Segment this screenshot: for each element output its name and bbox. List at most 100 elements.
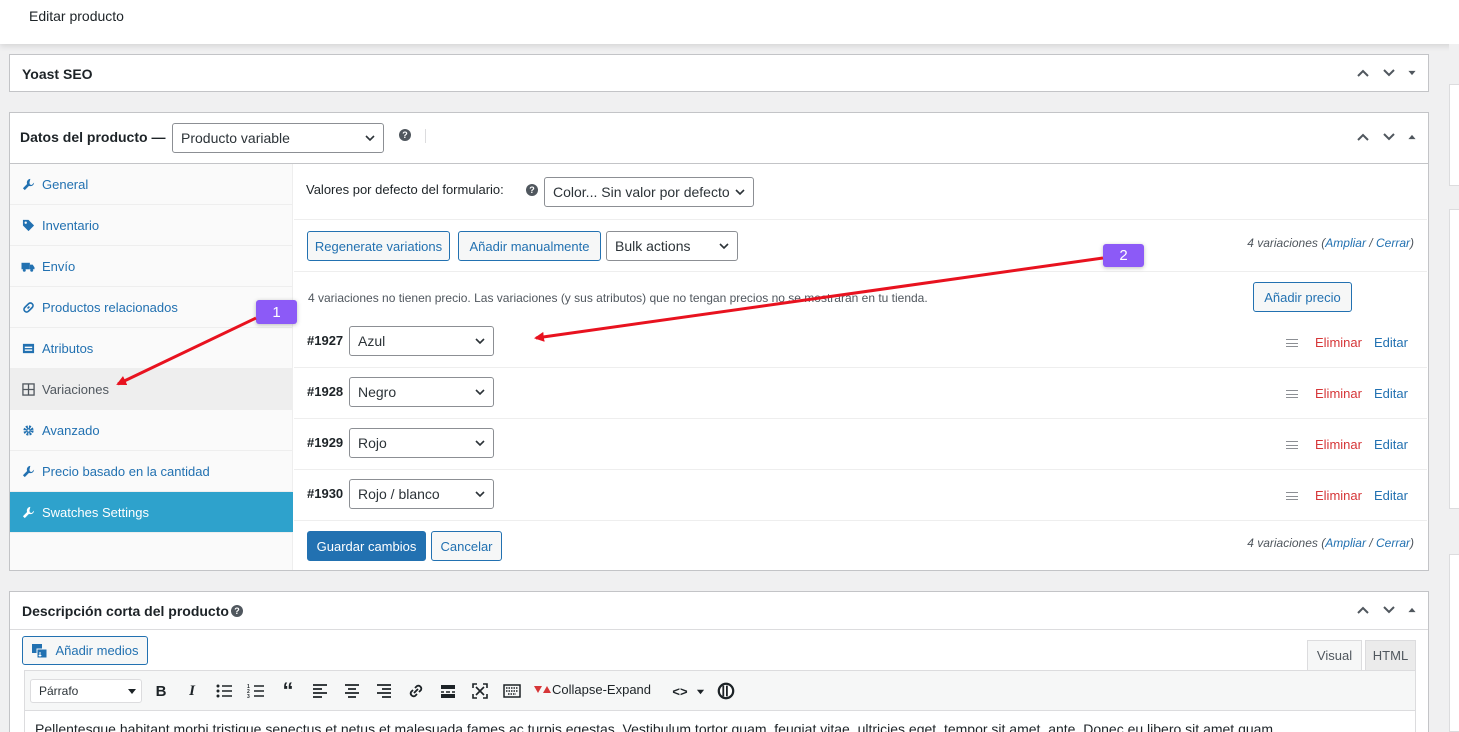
toggle-panel-icon[interactable] <box>1402 55 1422 91</box>
tab-html[interactable]: HTML <box>1365 640 1416 670</box>
editor-content[interactable]: Pellentesque habitant morbi tristique se… <box>24 711 1416 732</box>
wrench-icon <box>21 177 35 191</box>
cancel-button[interactable]: Cancelar <box>431 531 502 561</box>
product-data-tabs: General Inventario Envío Productos relac… <box>10 164 293 570</box>
tab-envio[interactable]: Envío <box>10 246 293 287</box>
add-price-button[interactable]: Añadir precio <box>1253 282 1352 312</box>
regenerate-variations-button[interactable]: Regenerate variations <box>307 231 450 261</box>
move-down-icon[interactable] <box>1376 119 1402 155</box>
toggle-panel-icon[interactable] <box>1402 592 1422 628</box>
delete-link[interactable]: Eliminar <box>1315 488 1362 503</box>
move-up-icon[interactable] <box>1350 119 1376 155</box>
move-down-icon[interactable] <box>1376 55 1402 91</box>
product-data-box: Datos del producto — Producto variable ?… <box>9 112 1429 571</box>
collapse-expand-button[interactable]: Collapse-Expand <box>534 682 651 697</box>
tab-inventario[interactable]: Inventario <box>10 205 293 246</box>
align-center-icon[interactable] <box>342 681 362 701</box>
collapse-expand-icon <box>534 685 551 693</box>
move-down-icon[interactable] <box>1376 592 1402 628</box>
help-icon[interactable]: ? <box>231 605 243 617</box>
gear-icon <box>21 423 35 437</box>
move-up-icon[interactable] <box>1350 55 1376 91</box>
format-value: Párrafo <box>39 684 79 698</box>
italic-icon[interactable]: I <box>182 681 202 701</box>
blockquote-icon[interactable]: “ <box>278 678 298 703</box>
drag-handle-icon[interactable] <box>1286 441 1298 449</box>
chevron-down-icon <box>719 243 729 250</box>
edit-link[interactable]: Editar <box>1374 386 1408 401</box>
default-color-select[interactable]: Color... Sin valor por defecto <box>544 177 754 207</box>
edit-link[interactable]: Editar <box>1374 488 1408 503</box>
plugin-icon[interactable] <box>716 681 736 701</box>
code-icon[interactable]: <> <box>670 681 690 701</box>
tab-precio-cantidad[interactable]: Precio basado en la cantidad <box>10 451 293 492</box>
variation-id: #1927 <box>307 333 344 348</box>
fullscreen-icon[interactable] <box>470 681 490 701</box>
tab-general[interactable]: General <box>10 164 293 205</box>
drag-handle-icon[interactable] <box>1286 390 1298 398</box>
variation-count-top: 4 variaciones (Ampliar / Cerrar) <box>1247 236 1414 250</box>
drag-handle-icon[interactable] <box>1286 339 1298 347</box>
wrench-icon <box>21 505 35 519</box>
tab-label: Atributos <box>42 340 94 356</box>
help-icon[interactable]: ? <box>526 184 538 196</box>
divider <box>294 469 1427 470</box>
short-description-title: Descripción corta del producto <box>22 603 229 619</box>
edit-link[interactable]: Editar <box>1374 437 1408 452</box>
close-all-link[interactable]: Cerrar <box>1376 236 1410 250</box>
delete-link[interactable]: Eliminar <box>1315 437 1362 452</box>
chevron-down-icon <box>475 491 485 498</box>
bulk-actions-value: Bulk actions <box>615 238 691 254</box>
tab-visual[interactable]: Visual <box>1307 640 1362 670</box>
product-type-value: Producto variable <box>181 130 290 146</box>
tab-productos-relacionados[interactable]: Productos relacionados <box>10 287 293 328</box>
expand-all-link[interactable]: Ampliar <box>1325 236 1366 250</box>
read-more-icon[interactable] <box>438 681 458 701</box>
tab-avanzado[interactable]: Avanzado <box>10 410 293 451</box>
numbered-list-icon[interactable]: 123 <box>246 681 266 701</box>
align-left-icon[interactable] <box>310 681 330 701</box>
delete-link[interactable]: Eliminar <box>1315 386 1362 401</box>
bold-icon[interactable]: B <box>151 681 171 701</box>
align-right-icon[interactable] <box>374 681 394 701</box>
save-changes-button[interactable]: Guardar cambios <box>307 531 426 561</box>
bulk-actions-select[interactable]: Bulk actions <box>606 231 738 261</box>
expand-all-link[interactable]: Ampliar <box>1325 536 1366 550</box>
header-divider <box>10 629 1428 630</box>
delete-link[interactable]: Eliminar <box>1315 335 1362 350</box>
tab-label: Inventario <box>42 217 100 233</box>
box-handles <box>1350 592 1422 628</box>
format-select[interactable]: Párrafo <box>30 679 142 703</box>
drag-handle-icon[interactable] <box>1286 492 1298 500</box>
truck-icon <box>21 259 35 273</box>
toggle-panel-icon[interactable] <box>1402 119 1422 155</box>
caret-down-icon[interactable] <box>690 681 710 701</box>
bullet-list-icon[interactable] <box>214 681 234 701</box>
variation-attribute-select[interactable]: Rojo / blanco <box>349 479 494 509</box>
media-icon <box>32 643 48 658</box>
help-icon[interactable]: ? <box>399 129 411 141</box>
divider <box>294 418 1427 419</box>
caret-down-icon <box>128 689 136 694</box>
short-description-box: Descripción corta del producto ? Añadir … <box>9 591 1429 732</box>
keyboard-icon[interactable] <box>502 681 522 701</box>
variation-attribute-select[interactable]: Azul <box>349 326 494 356</box>
product-type-select[interactable]: Producto variable <box>172 123 384 153</box>
edit-link[interactable]: Editar <box>1374 335 1408 350</box>
add-media-button[interactable]: Añadir medios <box>22 636 148 665</box>
variation-attribute-select[interactable]: Negro <box>349 377 494 407</box>
editor-toolbar: Párrafo B I 123 “ Collapse-Expand <> <box>24 670 1416 711</box>
link-icon[interactable] <box>406 681 426 701</box>
tab-variaciones[interactable]: Variaciones <box>10 369 293 410</box>
tab-swatches-settings[interactable]: Swatches Settings <box>10 492 293 533</box>
close-all-link[interactable]: Cerrar <box>1376 536 1410 550</box>
add-manually-button[interactable]: Añadir manualmente <box>458 231 601 261</box>
side-box-stub <box>1449 84 1459 186</box>
divider <box>294 271 1427 272</box>
editor-body-text: Pellentesque habitant morbi tristique se… <box>35 721 1274 732</box>
variation-attribute-select[interactable]: Rojo <box>349 428 494 458</box>
tab-atributos[interactable]: Atributos <box>10 328 293 369</box>
separator-slash: / <box>1369 536 1373 550</box>
move-up-icon[interactable] <box>1350 592 1376 628</box>
tag-icon <box>21 218 35 232</box>
